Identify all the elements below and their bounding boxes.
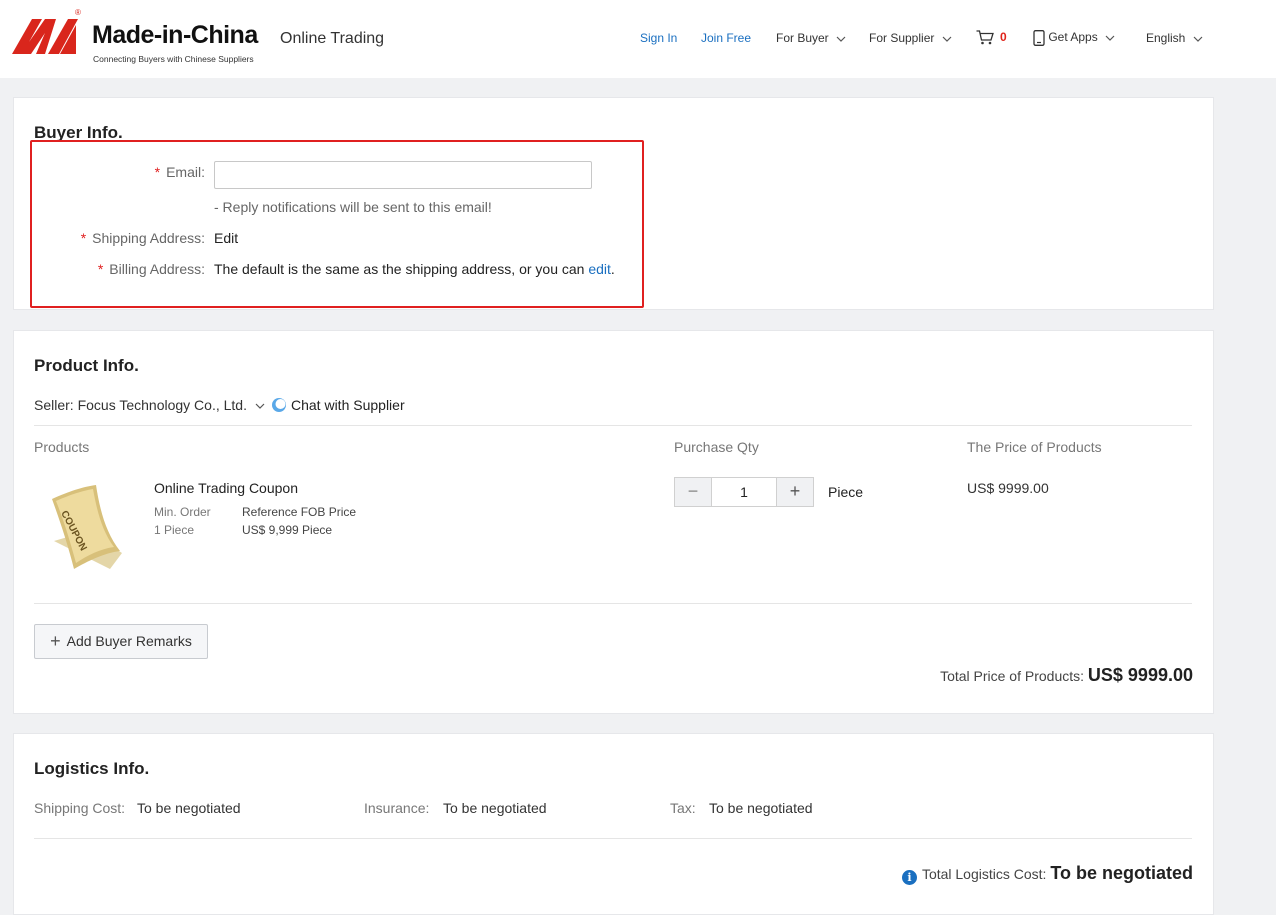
billing-address-label-text: Billing Address: [109, 261, 205, 277]
quantity-stepper: − 1 + [674, 477, 814, 507]
chevron-down-icon [836, 36, 846, 42]
logo-mark-icon [12, 19, 78, 54]
quantity-unit: Piece [828, 484, 864, 500]
phone-icon [1033, 30, 1045, 46]
online-trading-label: Online Trading [280, 30, 385, 47]
for-buyer-label: For Buyer [776, 31, 829, 45]
chevron-down-icon [942, 36, 952, 42]
logo-tagline: Connecting Buyers with Chinese Suppliers [93, 54, 254, 64]
insurance-value: To be negotiated [443, 800, 547, 816]
divider [34, 425, 1192, 426]
insurance-label: Insurance: [364, 800, 430, 816]
total-logistics-value: To be negotiated [1050, 863, 1193, 883]
chevron-down-icon [255, 403, 265, 410]
get-apps-label: Get Apps [1048, 30, 1098, 45]
total-logistics-label: Total Logistics Cost: [921, 866, 1047, 882]
quantity-input[interactable]: 1 [711, 478, 777, 506]
plus-icon: + [50, 631, 61, 651]
seller-name: Seller: Focus Technology Co., Ltd. [34, 397, 247, 413]
language-label: English [1146, 31, 1186, 45]
shipping-address-edit-link[interactable]: Edit [214, 230, 238, 246]
shipping-cost-value: To be negotiated [137, 800, 241, 816]
sign-in-link[interactable]: Sign In [640, 31, 677, 45]
total-price-label: Total Price of Products: [940, 668, 1085, 684]
chevron-down-icon [1193, 36, 1203, 42]
billing-address-note: The default is the same as the shipping … [214, 261, 585, 277]
email-hint: - Reply notifications will be sent to th… [214, 199, 492, 215]
required-mark: * [97, 261, 104, 277]
quantity-decrease-button[interactable]: − [675, 478, 712, 506]
product-image[interactable]: COUPON [48, 481, 128, 571]
add-buyer-remarks-label: Add Buyer Remarks [66, 633, 192, 649]
info-icon[interactable]: i [901, 870, 917, 885]
product-price: US$ 9999.00 [967, 480, 1049, 496]
for-supplier-menu[interactable]: For Supplier [869, 31, 952, 45]
shipping-address-label: * Shipping Address: [81, 230, 205, 246]
divider [34, 838, 1192, 839]
total-price-line: Total Price of Products: US$ 9999.00 [940, 665, 1193, 686]
product-info-title: Product Info. [34, 356, 139, 375]
for-supplier-label: For Supplier [869, 31, 935, 45]
coupon-image-icon [52, 485, 122, 569]
top-header: ® Made-in-China Connecting Buyers with C… [0, 0, 1276, 78]
chat-with-supplier-label: Chat with Supplier [291, 397, 405, 413]
email-label: * Email: [155, 164, 205, 180]
cart-link[interactable]: 0 [976, 30, 1007, 45]
shipping-address-label-text: Shipping Address: [92, 230, 205, 246]
product-name-link[interactable]: Online Trading Coupon [154, 480, 298, 496]
join-free-link[interactable]: Join Free [701, 31, 751, 45]
price-column-header: The Price of Products [967, 439, 1102, 455]
logistics-info-title: Logistics Info. [34, 759, 150, 778]
shipping-cost-label: Shipping Cost: [34, 800, 126, 816]
min-order-value: 1 Piece [154, 523, 195, 537]
reference-price-value: US$ 9,999 Piece [242, 523, 333, 537]
purchase-qty-column-header: Purchase Qty [674, 439, 759, 455]
cart-count: 0 [1000, 30, 1007, 44]
chevron-down-icon [1105, 35, 1115, 41]
reference-price-label: Reference FOB Price [242, 505, 357, 519]
product-info-card: Product Info. Seller: Focus Technology C… [13, 330, 1214, 714]
logo-text: Made-in-China [92, 21, 258, 49]
email-field[interactable] [214, 161, 592, 189]
logo-registered-mark: ® [75, 8, 81, 17]
seller-dropdown[interactable]: Seller: Focus Technology Co., Ltd. [34, 397, 265, 413]
chat-with-supplier-link[interactable]: Chat with Supplier [271, 397, 405, 413]
billing-address-period: . [610, 261, 615, 277]
billing-address-text: The default is the same as the shipping … [214, 261, 615, 277]
tax-value: To be negotiated [709, 800, 813, 816]
tax-label: Tax: [670, 800, 696, 816]
min-order-label: Min. Order [154, 505, 211, 519]
logistics-info-card: Logistics Info. Shipping Cost: To be neg… [13, 733, 1214, 915]
language-menu[interactable]: English [1146, 31, 1203, 45]
total-price-value: US$ 9999.00 [1087, 665, 1193, 685]
billing-address-edit-link[interactable]: edit [588, 261, 611, 277]
for-buyer-menu[interactable]: For Buyer [776, 31, 846, 45]
total-logistics-line: i Total Logistics Cost: To be negotiated [901, 863, 1193, 885]
quantity-increase-button[interactable]: + [776, 478, 813, 506]
get-apps-menu[interactable]: Get Apps [1033, 30, 1115, 46]
email-label-text: Email: [166, 164, 205, 180]
required-mark: * [80, 230, 87, 246]
cart-icon [976, 30, 994, 45]
required-mark: * [154, 164, 161, 180]
add-buyer-remarks-button[interactable]: + Add Buyer Remarks [34, 624, 208, 659]
buyer-info-card: Buyer Info. * Email: - Reply notification… [13, 97, 1214, 310]
made-in-china-logo[interactable]: ® Made-in-China Connecting Buyers with C… [12, 8, 262, 64]
billing-address-label: * Billing Address: [98, 261, 205, 277]
chat-icon [272, 398, 286, 412]
products-column-header: Products [34, 439, 90, 455]
divider [34, 603, 1192, 604]
